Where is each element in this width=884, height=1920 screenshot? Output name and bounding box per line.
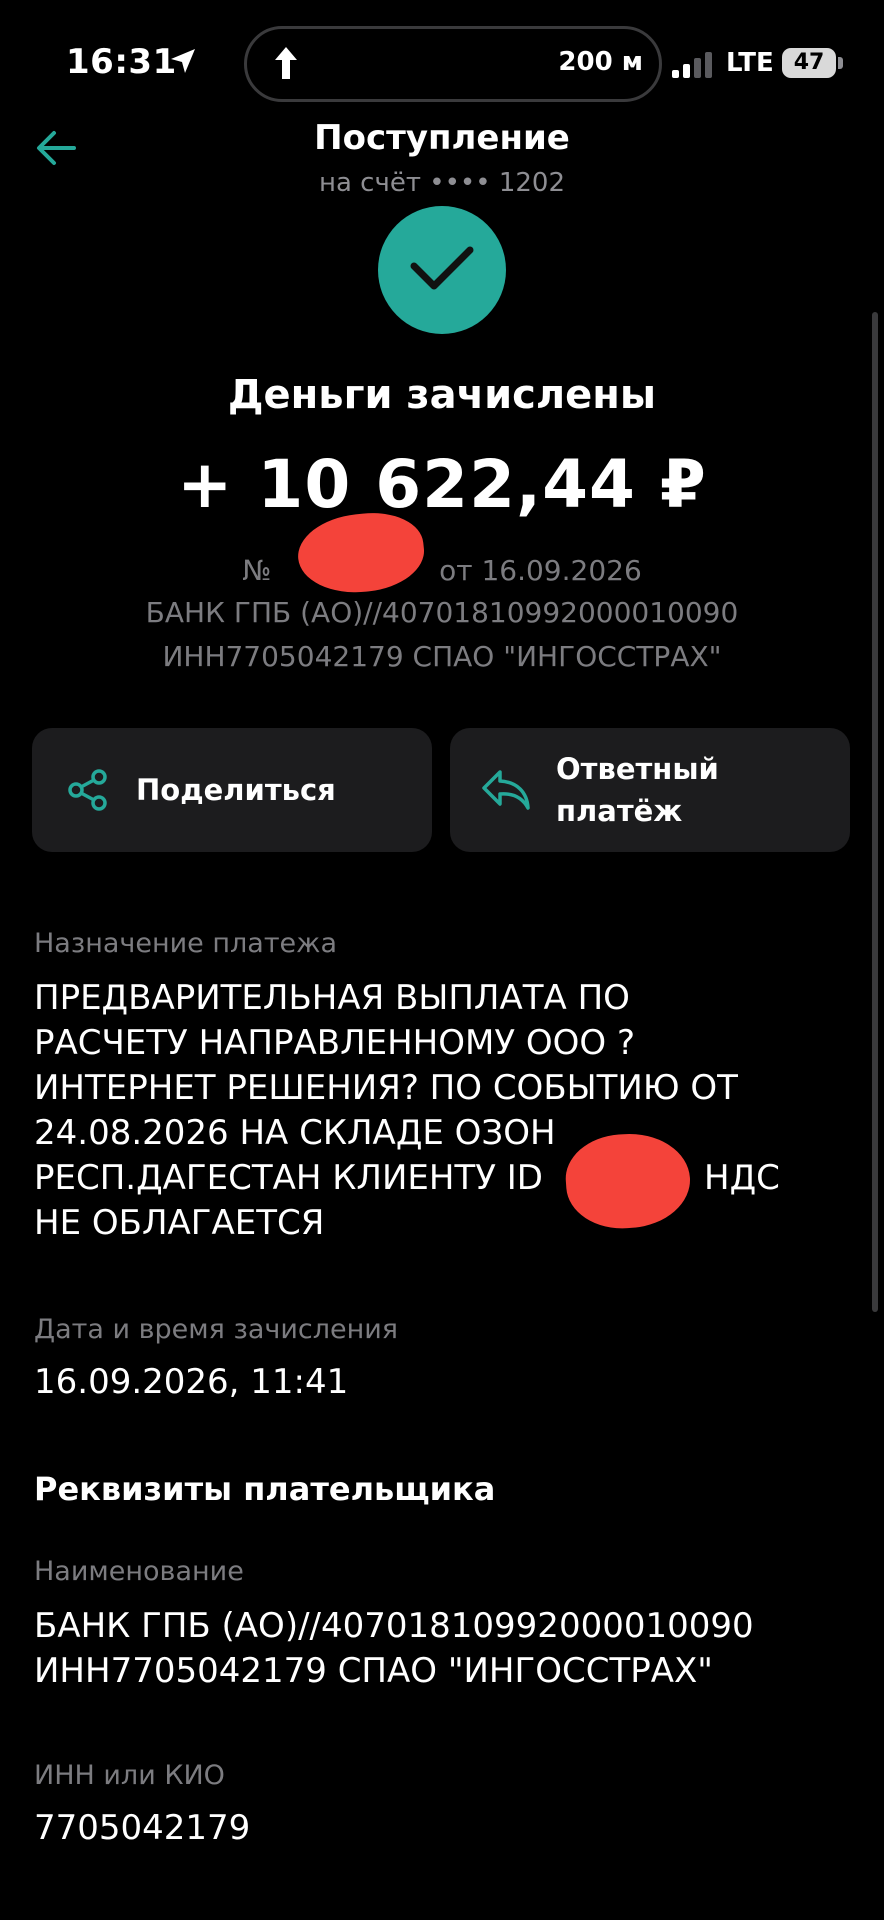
purpose-line-6: НЕ ОБЛАГАЕТСЯ: [34, 1203, 325, 1243]
success-check-icon: [378, 206, 506, 334]
reply-icon: [482, 770, 530, 810]
location-arrow-icon: [171, 49, 195, 73]
signal-icon: [672, 52, 712, 78]
datetime-value: 16.09.2026, 11:41: [34, 1362, 349, 1402]
status-time: 16:31: [66, 42, 177, 82]
purpose-label: Назначение платежа: [34, 928, 338, 959]
purpose-line-5-tail: НДС: [704, 1158, 780, 1198]
payer-name-line1: БАНК ГПБ (АО)//40701810992000010090: [34, 1606, 754, 1646]
purpose-line-1: ПРЕДВАРИТЕЛЬНАЯ ВЫПЛАТА ПО: [34, 978, 630, 1018]
payer-inn-value: 7705042179: [34, 1808, 251, 1848]
navigation-pill[interactable]: 200 м: [244, 26, 662, 102]
share-label: Поделиться: [136, 773, 336, 807]
purpose-line-4: 24.08.2026 НА СКЛАДЕ ОЗОН: [34, 1113, 556, 1153]
payer-summary-line1: БАНК ГПБ (АО)//40701810992000010090: [145, 596, 739, 629]
battery-icon: 47: [782, 48, 836, 78]
reply-label-line2: платёж: [556, 794, 683, 828]
share-button[interactable]: Поделиться: [32, 728, 432, 852]
payer-summary-line2: ИНН7705042179 СПАО "ИНГОССТРАХ": [162, 640, 722, 673]
page-title: Поступление: [314, 118, 570, 158]
reply-payment-button[interactable]: Ответный платёж: [450, 728, 850, 852]
scrollbar[interactable]: [872, 312, 878, 1312]
document-number-prefix: №: [242, 554, 272, 587]
account-subtitle: на счёт •••• 1202: [318, 168, 566, 198]
battery-tip: [838, 57, 843, 69]
network-type: LTE: [726, 48, 774, 78]
datetime-label: Дата и время зачисления: [34, 1314, 399, 1345]
document-info: № от 16.09.2026: [0, 554, 884, 587]
purpose-line-3: ИНТЕРНЕТ РЕШЕНИЯ? ПО СОБЫТИЮ ОТ: [34, 1068, 738, 1108]
navigation-distance: 200 м: [558, 47, 643, 77]
payer-section-title: Реквизиты плательщика: [34, 1470, 496, 1508]
reply-label-line1: Ответный: [556, 752, 719, 786]
share-icon: [68, 769, 107, 811]
amount: + 10 622,44 ₽: [177, 446, 707, 523]
payer-name-label: Наименование: [34, 1556, 244, 1587]
success-title: Деньги зачислены: [227, 372, 657, 418]
status-bar: 16:31 200 м LTE 47: [0, 0, 884, 130]
payer-name-line2: ИНН7705042179 СПАО "ИНГОССТРАХ": [34, 1651, 713, 1691]
document-date: от 16.09.2026: [439, 554, 642, 587]
navigation-arrow-icon: [275, 47, 297, 79]
purpose-line-2: РАСЧЕТУ НАПРАВЛЕННОМУ ООО ?: [34, 1023, 636, 1063]
payer-inn-label: ИНН или КИО: [34, 1760, 225, 1791]
